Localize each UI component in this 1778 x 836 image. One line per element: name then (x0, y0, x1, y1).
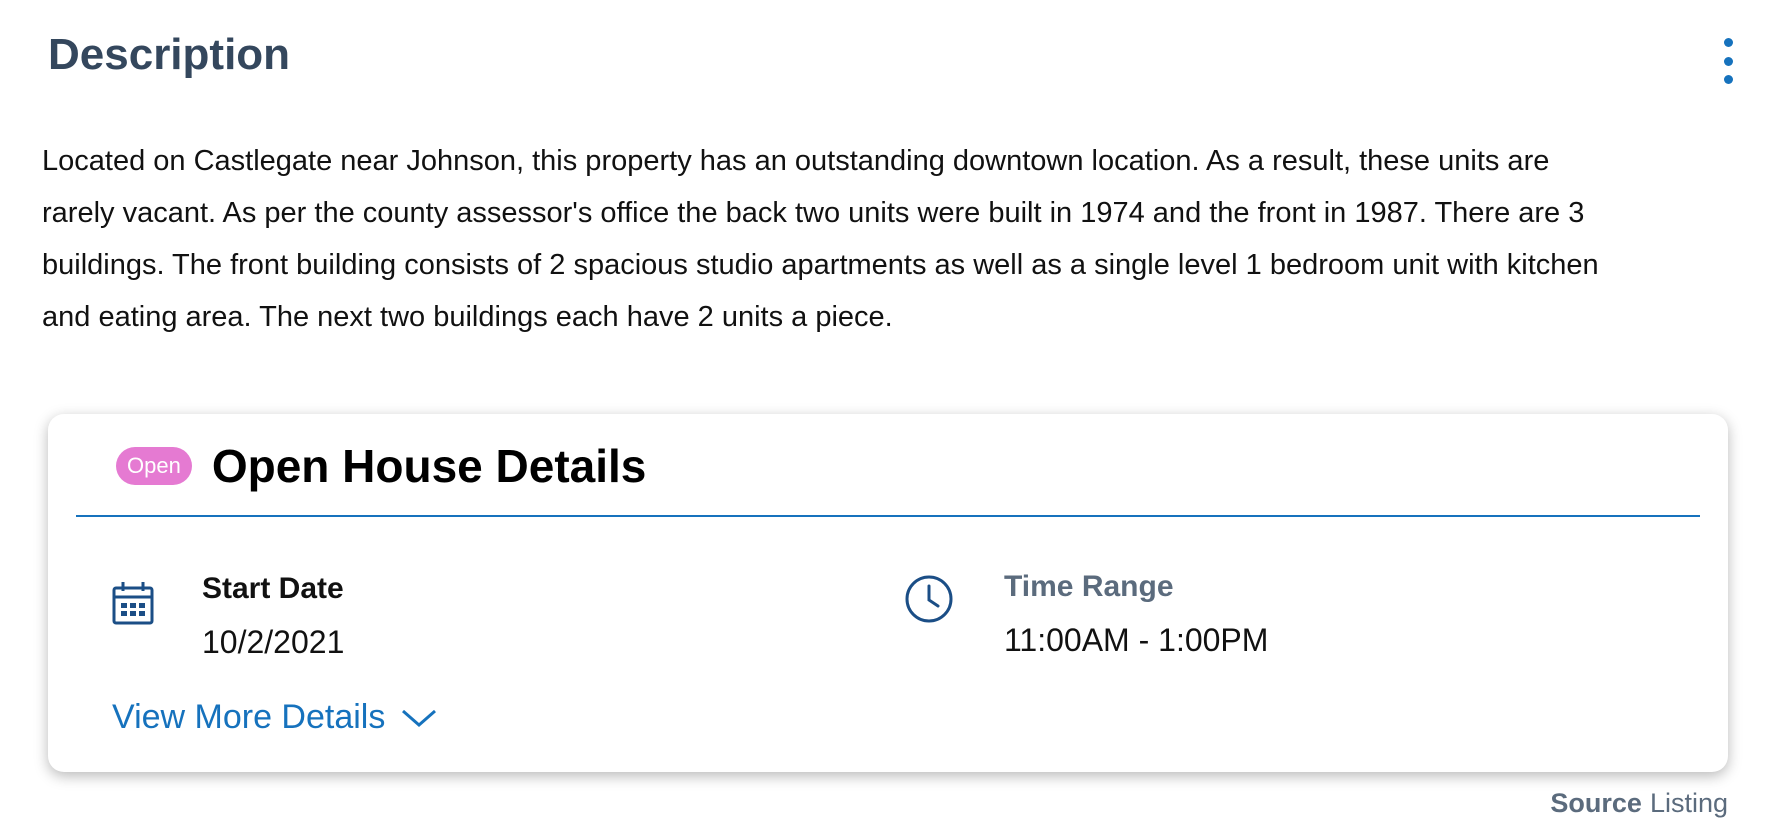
chevron-down-icon (402, 709, 437, 727)
time-range-value: 11:00AM - 1:00PM (1004, 622, 1269, 658)
menu-dot (1723, 38, 1733, 47)
open-house-header: Open Open House Details (116, 439, 646, 493)
view-more-details-link[interactable]: View More Details (112, 698, 437, 737)
source-label: Source (1550, 788, 1642, 818)
description-heading: Description (48, 30, 291, 79)
open-house-title: Open House Details (211, 440, 647, 492)
menu-dot (1723, 75, 1733, 84)
source-attribution: Source Listing (1550, 788, 1728, 819)
start-date-value: 10/2/2021 (202, 624, 345, 660)
page: Description Located on Castlegate near J… (0, 0, 1778, 836)
open-status-badge: Open (116, 447, 192, 485)
description-text: Located on Castlegate near Johnson, this… (42, 145, 1599, 333)
start-date-label: Start Date (202, 572, 344, 605)
clock-icon (904, 574, 954, 629)
menu-dot (1723, 56, 1733, 66)
card-divider (76, 515, 1700, 517)
open-house-card: Open Open House Details Start Date 10/2/… (48, 414, 1728, 772)
more-options-icon[interactable] (1710, 36, 1746, 86)
view-more-label: View More Details (112, 698, 386, 736)
time-range-label: Time Range (1004, 570, 1174, 603)
source-value: Listing (1649, 788, 1728, 818)
calendar-icon (112, 580, 154, 631)
